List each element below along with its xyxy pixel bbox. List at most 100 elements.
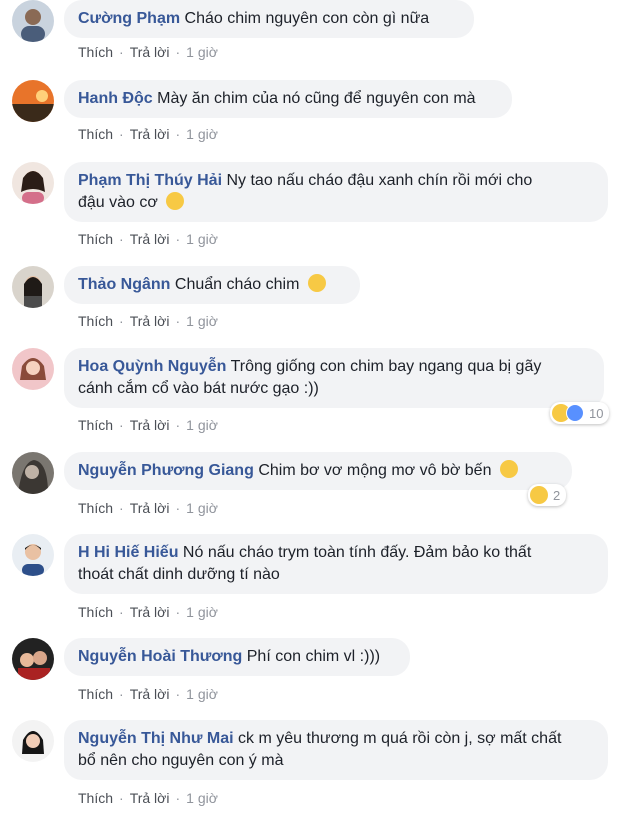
like-link[interactable]: Thích xyxy=(78,231,113,247)
comment-text: Nó nấu cháo trym toàn tính đấy. Đảm bảo … xyxy=(182,544,532,561)
like-link[interactable]: Thích xyxy=(78,686,113,702)
comment-text: Chuẩn cháo chim xyxy=(174,276,300,293)
separator: · xyxy=(175,313,181,329)
comment-actions: Thích · Trả lời · 1 giờ xyxy=(78,685,218,703)
comment-bubble: Hoa Quỳnh Nguyễn Trông giống con chim ba… xyxy=(64,348,604,408)
timestamp: 1 giờ xyxy=(186,604,218,620)
avatar[interactable] xyxy=(12,452,54,494)
comment-author[interactable]: Hanh Độc xyxy=(78,90,153,107)
separator: · xyxy=(119,790,124,806)
reply-link[interactable]: Trả lời xyxy=(130,686,170,702)
reply-link[interactable]: Trả lời xyxy=(130,313,170,329)
comment-author[interactable]: Cường Phạm xyxy=(78,10,180,27)
separator: · xyxy=(119,231,124,247)
comment-actions: Thích · Trả lời · 1 giờ xyxy=(78,416,218,434)
like-link[interactable]: Thích xyxy=(78,126,113,142)
timestamp: 1 giờ xyxy=(186,790,218,806)
avatar[interactable] xyxy=(12,80,54,122)
comment-bubble: H Hi Hiế Hiếu Nó nấu cháo trym toàn tính… xyxy=(64,534,608,594)
comment-actions: Thích · Trả lời · 1 giờ xyxy=(78,312,218,330)
haha-reaction-icon xyxy=(530,486,548,504)
comment-actions: Thích · Trả lời · 1 giờ xyxy=(78,125,218,143)
comment-bubble: Cường Phạm Cháo chim nguyên con còn gì n… xyxy=(64,0,474,38)
separator: · xyxy=(119,44,124,60)
comment-bubble: Nguyễn Hoài Thương Phí con chim vl :))) xyxy=(64,638,410,676)
separator: · xyxy=(175,417,181,433)
separator: · xyxy=(119,500,124,516)
avatar[interactable] xyxy=(12,266,54,308)
comment-text-line2: bổ nên cho nguyên con ý mà xyxy=(78,752,284,769)
avatar[interactable] xyxy=(12,534,54,576)
avatar[interactable] xyxy=(12,720,54,762)
comment-text: Ny tao nấu cháo đậu xanh chín rồi mới ch… xyxy=(226,172,533,189)
avatar[interactable] xyxy=(12,638,54,680)
reply-link[interactable]: Trả lời xyxy=(130,500,170,516)
reply-link[interactable]: Trả lời xyxy=(130,790,170,806)
separator: · xyxy=(175,44,181,60)
like-link[interactable]: Thích xyxy=(78,604,113,620)
like-link[interactable]: Thích xyxy=(78,417,113,433)
rofl-emoji xyxy=(166,192,185,210)
separator: · xyxy=(119,686,124,702)
timestamp: 1 giờ xyxy=(186,44,218,60)
comment-author[interactable]: Thảo Ngânn xyxy=(78,276,170,293)
comment-author[interactable]: H Hi Hiế Hiếu xyxy=(78,544,178,561)
avatar[interactable] xyxy=(12,348,54,390)
reaction-summary[interactable]: 10 xyxy=(550,402,610,424)
timestamp: 1 giờ xyxy=(186,313,218,329)
comment-bubble: Thảo Ngânn Chuẩn cháo chim xyxy=(64,266,360,304)
timestamp: 1 giờ xyxy=(186,686,218,702)
separator: · xyxy=(119,313,124,329)
comment-text: Cháo chim nguyên con còn gì nữa xyxy=(184,10,430,27)
relieved-emoji xyxy=(499,460,518,478)
timestamp: 1 giờ xyxy=(186,500,218,516)
reply-link[interactable]: Trả lời xyxy=(130,417,170,433)
comment-author[interactable]: Nguyễn Thị Như Mai xyxy=(78,730,234,747)
separator: · xyxy=(175,231,181,247)
comment-text-line2: cánh cắm cổ vào bát nước gạo :)) xyxy=(78,380,319,397)
comment-actions: Thích · Trả lời · 1 giờ xyxy=(78,789,218,807)
separator: · xyxy=(175,686,181,702)
like-reaction-icon xyxy=(566,404,584,422)
comment-text: Chim bơ vơ mộng mơ vô bờ bến xyxy=(258,462,492,479)
like-link[interactable]: Thích xyxy=(78,313,113,329)
like-link[interactable]: Thích xyxy=(78,44,113,60)
comment-bubble: Nguyễn Phương Giang Chim bơ vơ mộng mơ v… xyxy=(64,452,572,490)
comment-text: Mày ăn chim của nó cũng để nguyên con mà xyxy=(157,90,476,107)
comment-author[interactable]: Nguyễn Phương Giang xyxy=(78,462,254,479)
comment-bubble: Hanh Độc Mày ăn chim của nó cũng để nguy… xyxy=(64,80,512,118)
comment-actions: Thích · Trả lời · 1 giờ xyxy=(78,499,218,517)
comment-text-line2: đậu vào cơ xyxy=(78,194,158,211)
comment-author[interactable]: Phạm Thị Thúy Hải xyxy=(78,172,222,189)
separator: · xyxy=(119,126,124,142)
avatar[interactable] xyxy=(12,0,54,42)
reaction-count: 10 xyxy=(589,405,604,421)
timestamp: 1 giờ xyxy=(186,231,218,247)
like-link[interactable]: Thích xyxy=(78,790,113,806)
separator: · xyxy=(175,790,181,806)
separator: · xyxy=(175,604,181,620)
comment-bubble: Nguyễn Thị Như Mai ck m yêu thương m quá… xyxy=(64,720,608,780)
comment-bubble: Phạm Thị Thúy Hải Ny tao nấu cháo đậu xa… xyxy=(64,162,608,222)
reply-link[interactable]: Trả lời xyxy=(130,126,170,142)
comment-text: Phí con chim vl :))) xyxy=(246,648,381,665)
comment-text: ck m yêu thương m quá rồi còn j, sợ mất … xyxy=(238,730,562,747)
reaction-summary[interactable]: 2 xyxy=(528,484,567,506)
reply-link[interactable]: Trả lời xyxy=(130,44,170,60)
comment-actions: Thích · Trả lời · 1 giờ xyxy=(78,43,218,61)
separator: · xyxy=(175,500,181,516)
avatar[interactable] xyxy=(12,162,54,204)
separator: · xyxy=(119,417,124,433)
timestamp: 1 giờ xyxy=(186,126,218,142)
like-link[interactable]: Thích xyxy=(78,500,113,516)
reply-link[interactable]: Trả lời xyxy=(130,231,170,247)
comment-text-line2: thoát chất dinh dưỡng tí nào xyxy=(78,566,280,583)
reply-link[interactable]: Trả lời xyxy=(130,604,170,620)
separator: · xyxy=(119,604,124,620)
reaction-count: 2 xyxy=(553,487,561,503)
separator: · xyxy=(175,126,181,142)
comment-author[interactable]: Nguyễn Hoài Thương xyxy=(78,648,242,665)
comment-author[interactable]: Hoa Quỳnh Nguyễn xyxy=(78,358,226,375)
timestamp: 1 giờ xyxy=(186,417,218,433)
comment-actions: Thích · Trả lời · 1 giờ xyxy=(78,603,218,621)
